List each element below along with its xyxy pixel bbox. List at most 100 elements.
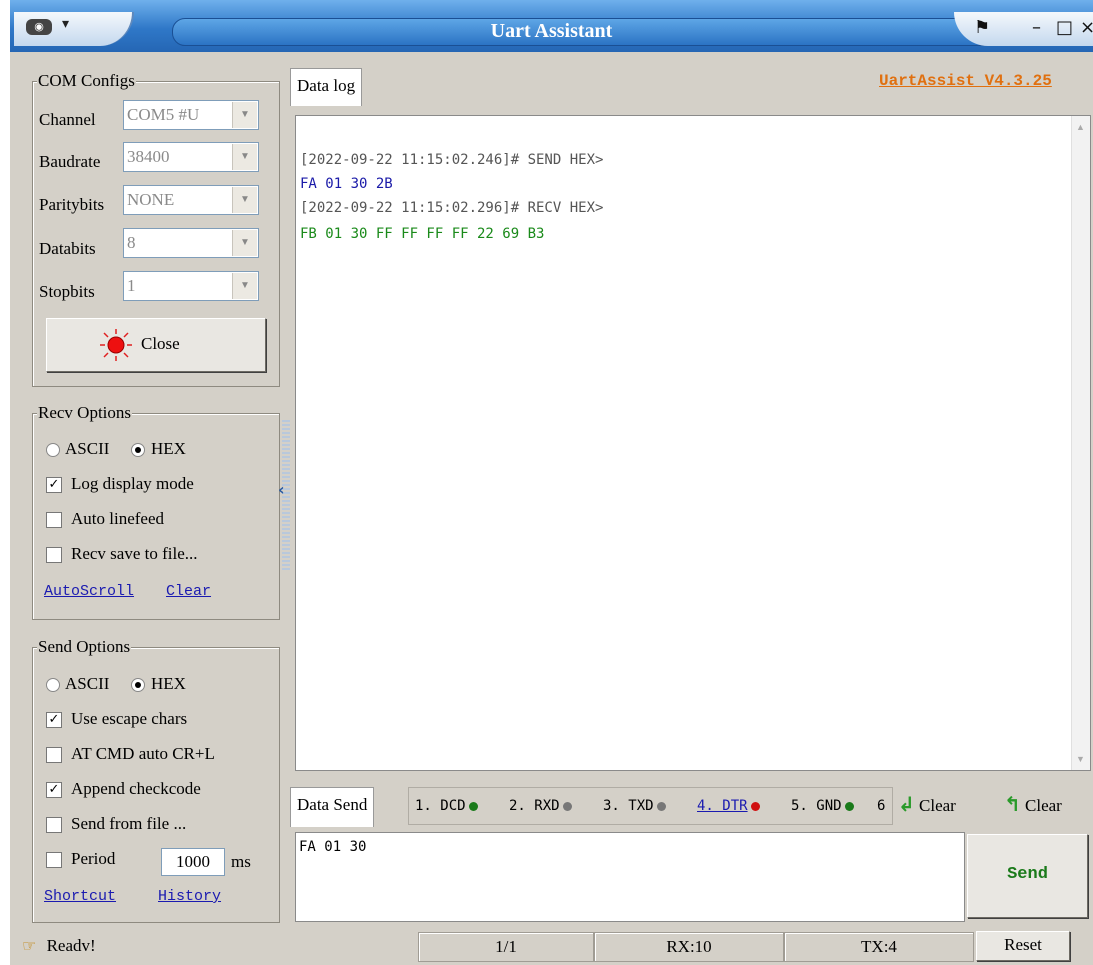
recv-ascii-radio[interactable] (46, 443, 60, 457)
send-button-label: Send (1007, 865, 1048, 884)
escape-chars-checkbox[interactable]: ✓ (46, 712, 62, 728)
recv-clear-link[interactable]: Clear (166, 583, 211, 600)
clear-send-label: Clear (1025, 796, 1062, 815)
channel-select[interactable]: COM5 #U ▼ (123, 100, 259, 130)
status-page: 1/1 (418, 932, 594, 962)
send-from-file-checkbox[interactable] (46, 817, 62, 833)
baudrate-select[interactable]: 38400 ▼ (123, 142, 259, 172)
paritybits-select[interactable]: NONE ▼ (123, 185, 259, 215)
period-checkbox[interactable] (46, 852, 62, 868)
com-configs-group: COM Configs Channel COM5 #U ▼ Baudrate 3… (32, 71, 280, 387)
autoscroll-link[interactable]: AutoScroll (44, 583, 134, 600)
port-status-icon (100, 329, 132, 361)
title-bar[interactable]: Uart Assistant ◉ ▾ ⚑ – □ × (10, 0, 1093, 52)
auto-linefeed-label: Auto linefeed (71, 509, 164, 528)
collapse-panel-icon[interactable]: ‹ (278, 480, 285, 499)
shortcut-link[interactable]: Shortcut (44, 888, 116, 905)
status-rx: RX:10 (594, 932, 784, 962)
stopbits-label: Stopbits (39, 282, 95, 301)
checkcode-checkbox[interactable]: ✓ (46, 782, 62, 798)
at-cmd-checkbox[interactable] (46, 747, 62, 763)
scroll-down-icon[interactable]: ▼ (1076, 754, 1085, 764)
recv-hex-radio[interactable] (131, 443, 145, 457)
databits-select[interactable]: 8 ▼ (123, 228, 259, 258)
maximize-icon[interactable]: □ (1056, 17, 1073, 38)
app-icon: ◉ (26, 19, 52, 35)
send-from-file-label: Send from file ... (71, 814, 187, 833)
channel-value: COM5 #U (127, 105, 200, 124)
app-window: Uart Assistant ◉ ▾ ⚑ – □ × COM Configs C… (10, 0, 1093, 965)
tab-data-log[interactable]: Data log (290, 68, 363, 106)
clear-send-button[interactable]: ↰ Clear (1004, 792, 1062, 816)
baudrate-value: 38400 (127, 147, 170, 166)
log-display-checkbox[interactable]: ✓ (46, 477, 62, 493)
scroll-up-icon[interactable]: ▲ (1076, 122, 1085, 132)
data-log-area[interactable]: [2022-09-22 11:15:02.246]# SEND HEX> FA … (295, 115, 1091, 771)
close-port-button[interactable]: Close (46, 318, 266, 372)
send-hex-radio[interactable] (131, 678, 145, 692)
history-link[interactable]: History (158, 888, 221, 905)
pin-gnd: 5. GND (791, 798, 854, 814)
baudrate-label: Baudrate (39, 152, 101, 171)
log-line: FB 01 30 FF FF FF FF 22 69 B3 (300, 226, 545, 242)
window-title: Uart Assistant (490, 20, 613, 42)
send-input[interactable]: FA 01 30 (295, 832, 965, 922)
tab-data-send[interactable]: Data Send (290, 787, 375, 827)
period-label: Period (71, 849, 116, 868)
at-cmd-label: AT CMD auto CR+L (71, 744, 215, 763)
pin-txd: 3. TXD (603, 798, 666, 814)
escape-chars-label: Use escape chars (71, 709, 188, 728)
send-hex-label: HEX (151, 674, 186, 693)
chevron-down-icon: ▼ (232, 187, 257, 213)
log-scrollbar[interactable]: ▲ ▼ (1071, 116, 1090, 770)
send-options-group: Send Options ASCII HEX ✓ Use escape char… (32, 637, 280, 923)
period-input[interactable]: 1000 (161, 848, 225, 876)
paritybits-value: NONE (127, 190, 175, 209)
clear-recv-label: Clear (919, 796, 956, 815)
window-controls: ⚑ – □ × (954, 12, 1093, 46)
send-options-title: Send Options (37, 637, 132, 657)
channel-label: Channel (39, 110, 96, 129)
pin-icon[interactable]: ⚑ (974, 17, 990, 38)
recv-ascii-label: ASCII (65, 439, 110, 458)
log-line: [2022-09-22 11:15:02.246]# SEND HEX> (300, 152, 604, 168)
arrow-down-left-icon: ↲ (898, 792, 915, 816)
led-icon (562, 801, 572, 811)
pin-rxd-label: 2. RXD (509, 798, 560, 814)
led-icon (468, 801, 478, 811)
pin-status-bar: 1. DCD 2. RXD 3. TXD 4. DTR 5. GND 6 (408, 787, 893, 825)
databits-value: 8 (127, 233, 136, 252)
stopbits-select[interactable]: 1 ▼ (123, 271, 259, 301)
chevron-down-icon: ▾ (62, 17, 70, 32)
reset-button[interactable]: Reset (976, 931, 1070, 961)
close-icon[interactable]: × (1080, 17, 1093, 38)
recv-hex-label: HEX (151, 439, 186, 458)
pointing-hand-icon: ☞ (22, 936, 37, 955)
clear-recv-button[interactable]: ↲ Clear (898, 792, 956, 816)
chevron-down-icon: ▼ (232, 273, 257, 299)
close-port-label: Close (141, 334, 180, 353)
system-menu-button[interactable]: ◉ ▾ (14, 12, 134, 46)
checkcode-label: Append checkcode (71, 779, 201, 798)
databits-label: Databits (39, 239, 96, 258)
recv-save-file-label: Recv save to file... (71, 544, 198, 563)
log-line: FA 01 30 2B (300, 176, 393, 192)
send-ascii-radio[interactable] (46, 678, 60, 692)
pin-dtr[interactable]: 4. DTR (697, 798, 760, 814)
auto-linefeed-checkbox[interactable] (46, 512, 62, 528)
send-input-value: FA 01 30 (299, 839, 367, 855)
send-button[interactable]: Send (967, 834, 1088, 918)
period-unit: ms (231, 852, 251, 871)
chevron-down-icon: ▼ (232, 144, 257, 170)
pin-dcd: 1. DCD (415, 798, 478, 814)
com-configs-title: COM Configs (37, 71, 136, 91)
led-icon (844, 801, 854, 811)
send-ascii-label: ASCII (65, 674, 110, 693)
status-ready-text: Readv! (46, 936, 96, 955)
pin-dtr-label[interactable]: 4. DTR (697, 798, 748, 814)
recv-save-file-checkbox[interactable] (46, 547, 62, 563)
arrow-up-left-icon: ↰ (1004, 792, 1021, 816)
log-line: [2022-09-22 11:15:02.296]# RECV HEX> (300, 200, 604, 216)
pin-dcd-label: 1. DCD (415, 798, 466, 814)
minimize-icon[interactable]: – (1032, 17, 1041, 38)
